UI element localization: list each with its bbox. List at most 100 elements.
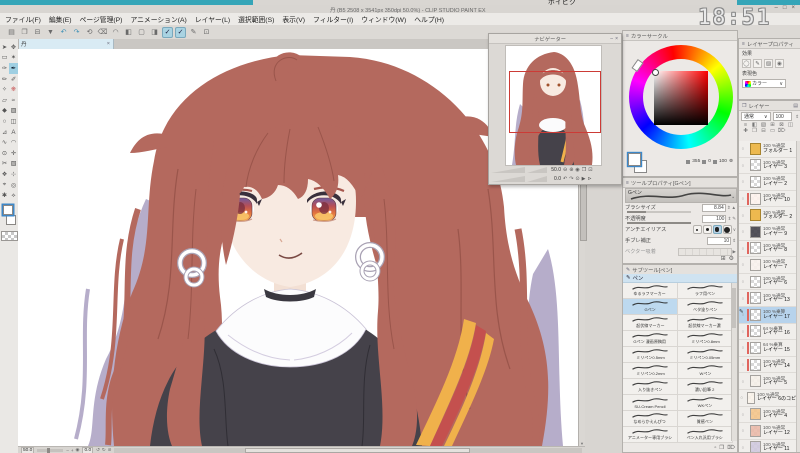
layer-row[interactable]: ✎ ○ 100 %通常 レイヤー 12 — [739, 423, 800, 440]
zoom-value[interactable]: 50.0 — [21, 446, 35, 453]
blend-mode-dropdown[interactable]: 通常 ∨ — [741, 112, 771, 121]
layer-visibility-toggle[interactable]: ○ — [739, 329, 747, 334]
aa-strong-button[interactable] — [722, 225, 732, 234]
tool-item[interactable]: ○ — [0, 116, 9, 127]
tool-item[interactable]: ◠ — [9, 137, 18, 148]
layer-visibility-toggle[interactable]: ○ — [739, 213, 747, 218]
tool-item[interactable]: ⌖ — [0, 180, 9, 191]
tool-item[interactable]: ≈ — [9, 95, 18, 106]
brush-item[interactable]: ミリペン0.8mm — [678, 331, 733, 347]
effect-icon[interactable]: ◯ — [742, 59, 751, 68]
opacity-pen-icon[interactable]: ✎ — [732, 216, 736, 222]
tool-item[interactable]: ✒ — [9, 63, 18, 74]
layer-visibility-toggle[interactable]: ○ — [739, 246, 747, 251]
tool-item[interactable]: ✑ — [0, 63, 9, 74]
menu-item[interactable]: フィルター(I) — [313, 14, 353, 24]
brush-item[interactable]: 質感ペン — [678, 411, 733, 427]
canvas-horizontal-scrollbar[interactable] — [114, 447, 582, 453]
tool-item[interactable]: ⊹ — [9, 169, 18, 180]
transparent-color-swatch[interactable] — [1, 231, 18, 241]
navigator-zoom-slider-2[interactable] — [527, 167, 547, 173]
layer-thumbnail[interactable] — [750, 192, 761, 205]
layer-thumbnail[interactable] — [750, 358, 761, 371]
layer-toolbar-icon[interactable]: ◫ — [786, 122, 795, 128]
toolbar-icon[interactable]: ▼ — [45, 27, 56, 38]
aa-none-button[interactable] — [692, 225, 702, 234]
layer-row[interactable]: ✎ ○ 100 %通常 レイヤー 3 — [739, 157, 800, 175]
navigator-rotate-icon[interactable]: ⊳ — [587, 176, 591, 182]
brush-item[interactable]: アニメーター専用ブラシ — [623, 427, 678, 443]
menu-item[interactable]: レイヤー(L) — [195, 14, 230, 24]
add-setting-icon[interactable]: ⊞ — [721, 255, 726, 262]
spinner-icon[interactable]: ⇕ — [727, 216, 731, 222]
layer-visibility-toggle[interactable]: ○ — [739, 229, 747, 234]
tool-item[interactable]: ▧ — [9, 159, 18, 170]
navigator-rotate-icon[interactable]: ↷ — [569, 176, 573, 182]
tool-item[interactable]: ➤ — [0, 42, 9, 53]
brush-item[interactable]: Gペン 漫画原稿用 — [623, 331, 678, 347]
navigator-rotate-icon[interactable]: ⊙ — [575, 176, 579, 182]
tool-item[interactable]: ◆ — [0, 106, 9, 117]
layer-thumbnail[interactable] — [750, 292, 761, 305]
delete-sub-tool-icon[interactable]: ⌦ — [727, 445, 735, 451]
brush-stroke-preview[interactable]: Gペン ▪ — [625, 188, 737, 203]
tool-item[interactable]: ✏ — [0, 74, 9, 85]
tool-item[interactable]: A — [9, 127, 18, 138]
layer-thumbnail[interactable] — [750, 341, 761, 354]
menu-item[interactable]: ヘルプ(H) — [414, 14, 444, 24]
toolbar-icon[interactable]: ◠ — [110, 27, 121, 38]
lock-icon[interactable]: ▪ — [732, 195, 734, 201]
toolbar-icon[interactable]: ↷ — [71, 27, 82, 38]
navigator-zoom-icon[interactable]: ⊕ — [569, 167, 573, 173]
brush-item[interactable]: ミリペン0.2mm — [623, 363, 678, 379]
toolbar-icon[interactable]: ⊟ — [32, 27, 43, 38]
spinner-icon[interactable]: ⇕ — [732, 238, 736, 244]
sat-value[interactable]: 0 — [708, 159, 711, 164]
main-color-swatch[interactable] — [628, 153, 641, 166]
panel-menu-icon[interactable]: ≡ — [626, 180, 629, 186]
layer-thumbnail[interactable] — [750, 424, 761, 437]
toolbar-icon[interactable]: ✓ — [175, 26, 186, 38]
layer-panel-menu-icon[interactable]: ▤ — [793, 103, 798, 109]
navigator-view-rectangle[interactable] — [509, 71, 601, 133]
layer-toolbar-icon[interactable]: ❐ — [750, 128, 759, 134]
layer-list-scrollbar[interactable] — [796, 141, 800, 452]
brush-item[interactable]: 濃い鉛筆 2 — [678, 379, 733, 395]
color-history-icon[interactable]: ⊚ — [729, 159, 733, 164]
panel-menu-icon[interactable]: ≡ — [626, 33, 629, 39]
layer-visibility-toggle[interactable]: ○ — [739, 179, 747, 184]
layer-opacity-field[interactable]: 100 — [772, 112, 793, 121]
stabilization-value[interactable]: 10 — [707, 236, 732, 245]
layer-row[interactable]: ✎ ○ 100 %通常 レイヤー 9 — [739, 223, 800, 241]
navigator-rotate-slider-2[interactable] — [527, 176, 547, 182]
tool-item[interactable]: ✶ — [9, 53, 18, 64]
tool-item[interactable]: ◎ — [9, 180, 18, 191]
brush-item[interactable]: ペン入れ汎用ブラシ — [678, 427, 733, 443]
brush-item[interactable]: 起伏線マーカー — [623, 315, 678, 331]
brush-item[interactable]: なめらかえんぴつ — [623, 411, 678, 427]
tool-item[interactable]: ✱ — [0, 190, 9, 201]
effect-icon[interactable]: ▨ — [764, 59, 773, 68]
brush-item[interactable]: ラフ用ペン — [678, 283, 733, 299]
brush-size-up-icon[interactable]: ▲ — [732, 205, 736, 210]
layer-thumbnail[interactable] — [750, 408, 761, 421]
layer-thumbnail[interactable] — [750, 175, 761, 188]
new-sub-tool-icon[interactable]: ▫ — [714, 445, 716, 451]
minimize-button[interactable]: – — [775, 5, 778, 11]
aa-middle-button[interactable] — [712, 225, 722, 234]
zoom-button[interactable]: – — [66, 448, 69, 453]
background-color-swatch[interactable] — [6, 215, 16, 225]
sub-tool-group-header[interactable]: ✎ ペン — [623, 274, 737, 283]
layer-visibility-toggle[interactable]: ○ — [739, 296, 747, 301]
toolbar-icon[interactable]: ❐ — [19, 27, 30, 38]
aa-caret-icon[interactable]: ∨ — [733, 227, 736, 233]
menu-item[interactable]: ページ管理(P) — [80, 14, 123, 24]
brush-item[interactable]: Wペン — [678, 363, 733, 379]
horizontal-scroll-thumb[interactable] — [245, 447, 470, 453]
tool-item[interactable]: ✛ — [9, 148, 18, 159]
expression-color-dropdown[interactable]: カラー ∨ — [742, 79, 786, 88]
layer-thumbnail[interactable] — [750, 225, 761, 238]
close-button[interactable]: × — [791, 5, 795, 11]
layer-thumbnail[interactable] — [750, 375, 761, 388]
layer-thumbnail[interactable] — [750, 308, 761, 321]
